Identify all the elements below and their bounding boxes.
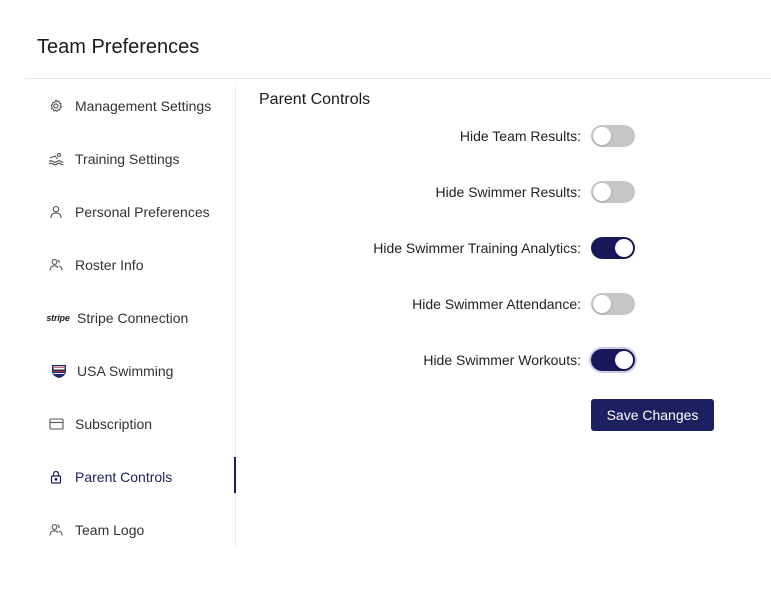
- section-title: Parent Controls: [259, 91, 371, 108]
- toggle-label: Hide Swimmer Results:: [435, 184, 581, 200]
- sidebar-item-label: Team Logo: [75, 522, 145, 538]
- hide-swimmer-attendance-toggle[interactable]: [591, 293, 635, 315]
- toggle-knob: [615, 239, 633, 257]
- page-title: Team Preferences: [37, 36, 200, 58]
- save-changes-button[interactable]: Save Changes: [591, 399, 714, 431]
- sidebar-item-parent-controls[interactable]: Parent Controls: [25, 457, 236, 497]
- sidebar-item-personal-preferences[interactable]: Personal Preferences: [25, 192, 234, 232]
- hide-team-results-row: Hide Team Results:: [259, 125, 639, 149]
- header-divider: [25, 78, 771, 79]
- hide-swimmer-workouts-toggle[interactable]: [591, 349, 635, 371]
- toggle-knob: [593, 295, 611, 313]
- toggle-label: Hide Swimmer Workouts:: [423, 352, 581, 368]
- sidebar-item-label: Roster Info: [75, 257, 144, 273]
- swimmer-icon: [47, 150, 65, 168]
- hide-swimmer-results-row: Hide Swimmer Results:: [259, 181, 639, 205]
- hide-swimmer-attendance-row: Hide Swimmer Attendance:: [259, 293, 639, 317]
- user-icon: [47, 203, 65, 221]
- sidebar-item-label: Personal Preferences: [75, 204, 210, 220]
- sidebar-item-label: Parent Controls: [75, 469, 173, 485]
- hide-swimmer-training-analytics-row: Hide Swimmer Training Analytics:: [259, 237, 639, 261]
- hide-swimmer-results-toggle[interactable]: [591, 181, 635, 203]
- sidebar-item-label: Subscription: [75, 416, 153, 432]
- sidebar-item-subscription[interactable]: Subscription: [25, 404, 234, 444]
- sidebar-item-label: Stripe Connection: [77, 310, 189, 326]
- sidebar-item-training-settings[interactable]: Training Settings: [25, 139, 234, 179]
- toggle-label: Hide Swimmer Attendance:: [412, 296, 581, 312]
- sidebar-item-usa-swimming[interactable]: USA Swimming: [25, 351, 234, 391]
- hide-team-results-toggle[interactable]: [591, 125, 635, 147]
- hide-swimmer-workouts-row: Hide Swimmer Workouts:: [259, 349, 639, 373]
- toggle-label: Hide Swimmer Training Analytics:: [373, 240, 581, 256]
- usa-swimming-logo-icon: [50, 362, 68, 380]
- toggle-knob: [593, 183, 611, 201]
- toggle-knob: [615, 351, 633, 369]
- lock-icon: [47, 468, 65, 486]
- sidebar-item-stripe-connection[interactable]: stripe Stripe Connection: [25, 298, 234, 338]
- toggle-label: Hide Team Results:: [459, 128, 581, 144]
- hide-swimmer-training-analytics-toggle[interactable]: [591, 237, 635, 259]
- gear-icon: [47, 97, 65, 115]
- sidebar-item-label: Training Settings: [75, 151, 180, 167]
- stripe-logo-icon: stripe: [46, 313, 70, 323]
- sidebar-item-team-logo[interactable]: Team Logo: [25, 510, 234, 550]
- toggle-knob: [593, 127, 611, 145]
- sidebar-item-label: Management Settings: [75, 98, 212, 114]
- card-icon: [47, 415, 65, 433]
- sidebar-item-roster-info[interactable]: Roster Info: [25, 245, 234, 285]
- sidebar-item-label: USA Swimming: [77, 363, 174, 379]
- users-icon: [47, 256, 65, 274]
- sidebar: Management Settings Training Settings Pe…: [25, 86, 236, 548]
- users-icon: [47, 521, 65, 539]
- sidebar-item-management-settings[interactable]: Management Settings: [25, 86, 234, 126]
